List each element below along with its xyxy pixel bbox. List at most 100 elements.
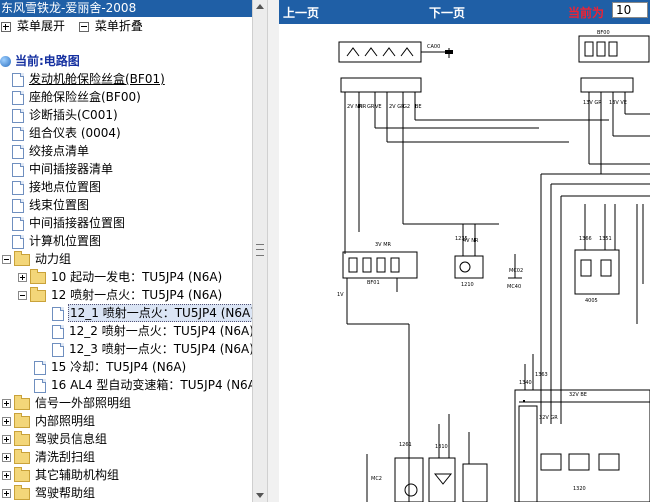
current-page-label: 当前为 <box>568 6 605 20</box>
tree-item-al4-gearbox[interactable]: 16 AL4 型自动变速箱：TU5JP4 (N6A) <box>34 376 252 394</box>
label-nr: NR <box>359 104 367 110</box>
tree-item-label: 线束位置图 <box>29 198 90 212</box>
tree-item-label: 信号一外部照明组 <box>35 396 132 410</box>
tree-item-cooling[interactable]: 15 冷却：TU5JP4 (N6A) <box>34 358 187 376</box>
expand-toggle-icon[interactable] <box>18 273 27 282</box>
collapse-toggle-icon[interactable] <box>2 255 11 264</box>
tree-folder-driving-aid[interactable]: 驾驶帮助组 <box>2 484 96 502</box>
page-icon <box>12 162 24 177</box>
prev-page-link[interactable]: 上一页 <box>283 4 319 21</box>
page-icon <box>34 378 46 393</box>
tree-item-injection-2[interactable]: 12_2 喷射一点火：TU5JP4 (N6A) <box>52 322 252 340</box>
label-1366: 1366 <box>579 236 592 242</box>
scroll-down-arrow-icon[interactable] <box>256 493 264 498</box>
tree-item-label: 16 AL4 型自动变速箱：TU5JP4 (N6A) <box>51 378 252 392</box>
expand-toggle-icon[interactable] <box>2 399 11 408</box>
tree-item-splice-list[interactable]: 绞接点清单 <box>12 142 90 160</box>
tree-item-label: 座舱保险丝盒(BF00) <box>29 90 141 104</box>
next-page-link[interactable]: 下一页 <box>429 4 465 21</box>
label-1235: 1235 <box>455 236 468 242</box>
tree-item-connector-map[interactable]: 中间插接器位置图 <box>12 214 126 232</box>
tree-folder-powertrain[interactable]: 动力组 <box>2 250 72 268</box>
expand-toggle-icon[interactable] <box>2 417 11 426</box>
tree-item-label: 12_1 喷射一点火：TU5JP4 (N6A) <box>68 304 252 322</box>
page-icon <box>12 90 24 105</box>
label-13v-ve: 13V VE <box>609 100 627 106</box>
expand-toggle-icon[interactable] <box>2 453 11 462</box>
ca00-box <box>338 41 422 63</box>
tree-item-label: 中间插接器清单 <box>29 162 114 176</box>
label-4005: 4005 <box>585 298 598 304</box>
c1210-box <box>454 255 484 279</box>
tree-item-injection-1[interactable]: 12_1 喷射一点火：TU5JP4 (N6A) <box>52 304 252 322</box>
tree-item-label: 12_3 喷射一点火：TU5JP4 (N6A) <box>69 342 252 356</box>
expand-toggle-icon[interactable] <box>2 471 11 480</box>
page-icon <box>52 306 64 321</box>
tree-item-computer-map[interactable]: 计算机位置图 <box>12 232 102 250</box>
folder-icon <box>14 448 30 464</box>
folder-open-icon <box>30 286 46 302</box>
label-g2: G2 <box>403 104 410 110</box>
tree-folder-signal-lighting[interactable]: 信号一外部照明组 <box>2 394 132 412</box>
page-icon <box>12 126 24 141</box>
tree-folder-starting[interactable]: 10 起动一发电：TU5JP4 (N6A) <box>18 268 223 286</box>
tree-item-label: 驾驶帮助组 <box>35 486 96 500</box>
label-13v-gr: 13V GR <box>583 100 602 106</box>
tree-item-label: 清洗刮扫组 <box>35 450 96 464</box>
tree-item-label: 发动机舱保险丝盒(BF01) <box>29 72 165 86</box>
c4005-box <box>574 249 620 295</box>
bf00-box <box>578 35 650 63</box>
label-1v: 1V <box>337 292 344 298</box>
label-mc40: MC40 <box>507 284 521 290</box>
page-icon <box>12 216 24 231</box>
globe-icon <box>0 56 11 67</box>
tree-root-current[interactable]: 当前:电路图 <box>0 52 81 70</box>
page-icon <box>12 234 24 249</box>
label-bf00: BF00 <box>597 30 610 36</box>
folder-open-icon <box>14 250 30 266</box>
label-1363: 1363 <box>535 372 548 378</box>
page-number-input[interactable] <box>612 2 648 18</box>
tree-item-label: 动力组 <box>35 252 72 266</box>
expand-toggle-icon[interactable] <box>2 435 11 444</box>
menu-collapse-button[interactable]: 菜单折叠 <box>78 17 143 35</box>
label-32v-gr: 32V GR <box>539 415 558 421</box>
tree-folder-wash-wipe[interactable]: 清洗刮扫组 <box>2 448 96 466</box>
tree-item-label: 中间插接器位置图 <box>29 216 126 230</box>
folder-icon <box>14 430 30 446</box>
tree-folder-injection[interactable]: 12 喷射一点火：TU5JP4 (N6A) <box>18 286 223 304</box>
scroll-up-arrow-icon[interactable] <box>256 4 264 9</box>
label-ca00: CA00 <box>427 44 440 50</box>
tree-folder-interior-lighting[interactable]: 内部照明组 <box>2 412 96 430</box>
label-ve: VE <box>375 104 382 110</box>
scroll-grip[interactable] <box>256 244 264 256</box>
label-gr: GR <box>367 104 375 110</box>
tree-item-connector-list[interactable]: 中间插接器清单 <box>12 160 114 178</box>
tree-item-label: 诊断插头(C001) <box>29 108 118 122</box>
menu-collapse-label: 菜单折叠 <box>94 19 143 33</box>
tree-item-label: 计算机位置图 <box>29 234 102 248</box>
tree-item-label: 驾驶员信息组 <box>35 432 108 446</box>
tree-scrollbar[interactable] <box>252 0 267 502</box>
page-icon <box>12 108 24 123</box>
label-mc2: MC2 <box>371 476 382 482</box>
menu-expand-button[interactable]: 菜单展开 <box>1 17 65 35</box>
tree-folder-other-aux[interactable]: 其它辅助机构组 <box>2 466 120 484</box>
page-icon <box>12 180 24 195</box>
collapse-icon <box>78 21 89 32</box>
label-1310: 1310 <box>435 444 448 450</box>
tree-item-label: 接地点位置图 <box>29 180 102 194</box>
collapse-toggle-icon[interactable] <box>18 291 27 300</box>
tree-item-c001[interactable]: 诊断插头(C001) <box>12 106 119 124</box>
tree-item-ground-map[interactable]: 接地点位置图 <box>12 178 102 196</box>
expand-toggle-icon[interactable] <box>2 489 11 498</box>
tree-item-harness-map[interactable]: 线束位置图 <box>12 196 90 214</box>
tree-item-bf00[interactable]: 座舱保险丝盒(BF00) <box>12 88 142 106</box>
tree-item-bf01[interactable]: 发动机舱保险丝盒(BF01) <box>12 70 166 88</box>
tree-folder-driver-info[interactable]: 驾驶员信息组 <box>2 430 108 448</box>
label-1320: 1320 <box>573 486 586 492</box>
tree-item-injection-3[interactable]: 12_3 喷射一点火：TU5JP4 (N6A) <box>52 340 252 358</box>
tree-item-label: 12_2 喷射一点火：TU5JP4 (N6A) <box>69 324 252 338</box>
tree-item-0004[interactable]: 组合仪表 (0004) <box>12 124 122 142</box>
menu-expand-label: 菜单展开 <box>17 19 66 33</box>
